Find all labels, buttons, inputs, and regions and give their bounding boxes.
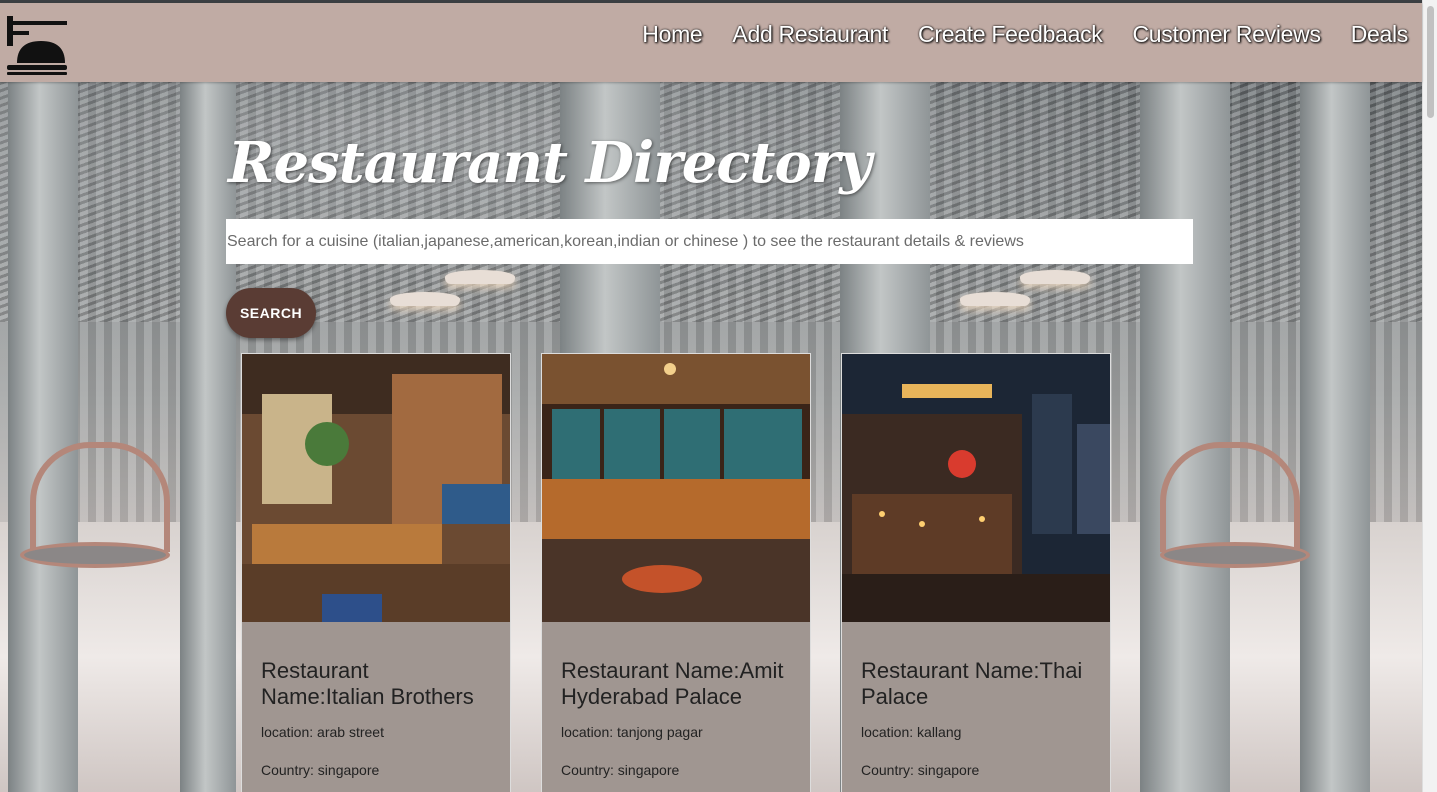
nav-add-restaurant[interactable]: Add Restaurant (732, 21, 888, 48)
scrollbar-thumb[interactable] (1427, 6, 1434, 118)
background-pillar (1300, 82, 1370, 792)
street-restaurant-night-photo (842, 354, 1110, 622)
background-chair (30, 442, 170, 552)
nav-customer-reviews[interactable]: Customer Reviews (1132, 21, 1321, 48)
background-chair-seat (20, 542, 170, 568)
nav-create-feedback[interactable]: Create Feedbaack (918, 21, 1103, 48)
restaurant-name: Restaurant Name:Thai Palace (861, 658, 1083, 709)
pendant-lamp (445, 270, 515, 284)
restaurant-location: location: kallang (861, 724, 962, 740)
restaurant-interior-photo (242, 354, 510, 622)
nav-deals[interactable]: Deals (1351, 21, 1409, 48)
search-input[interactable] (226, 219, 1193, 264)
restaurant-card[interactable]: Restaurant Name:Thai Palace location: ka… (841, 353, 1111, 792)
background-pillar (8, 82, 78, 792)
restaurant-country: Country: singapore (561, 762, 680, 778)
navbar: Home Add Restaurant Create Feedbaack Cus… (0, 3, 1422, 82)
background-chair (1160, 442, 1300, 552)
background-chair-seat (1160, 542, 1310, 568)
restaurant-dining-photo (542, 354, 810, 622)
pendant-lamp (390, 292, 460, 306)
background-pillar (1140, 82, 1230, 792)
restaurant-location: location: arab street (261, 724, 384, 740)
vertical-scrollbar[interactable] (1422, 0, 1437, 792)
page-title: Restaurant Directory (228, 130, 872, 196)
restaurant-name: Restaurant Name:Amit Hyderabad Palace (561, 658, 784, 709)
nav-links: Home Add Restaurant Create Feedbaack Cus… (642, 21, 1408, 48)
restaurant-country: Country: singapore (261, 762, 380, 778)
pendant-lamp (1020, 270, 1090, 284)
restaurant-card[interactable]: Restaurant Name:Amit Hyderabad Palace lo… (541, 353, 811, 792)
pendant-lamp (960, 292, 1030, 306)
restaurant-name: Restaurant Name:Italian Brothers (261, 658, 474, 709)
restaurant-location: location: tanjong pagar (561, 724, 703, 740)
restaurant-cloche-icon[interactable] (5, 13, 69, 75)
restaurant-card[interactable]: Restaurant Name:Italian Brothers locatio… (241, 353, 511, 792)
nav-home[interactable]: Home (642, 21, 702, 48)
restaurant-country: Country: singapore (861, 762, 980, 778)
hero-section: Restaurant Directory SEARCH Restaurant N (0, 82, 1422, 792)
search-button[interactable]: SEARCH (226, 288, 316, 338)
